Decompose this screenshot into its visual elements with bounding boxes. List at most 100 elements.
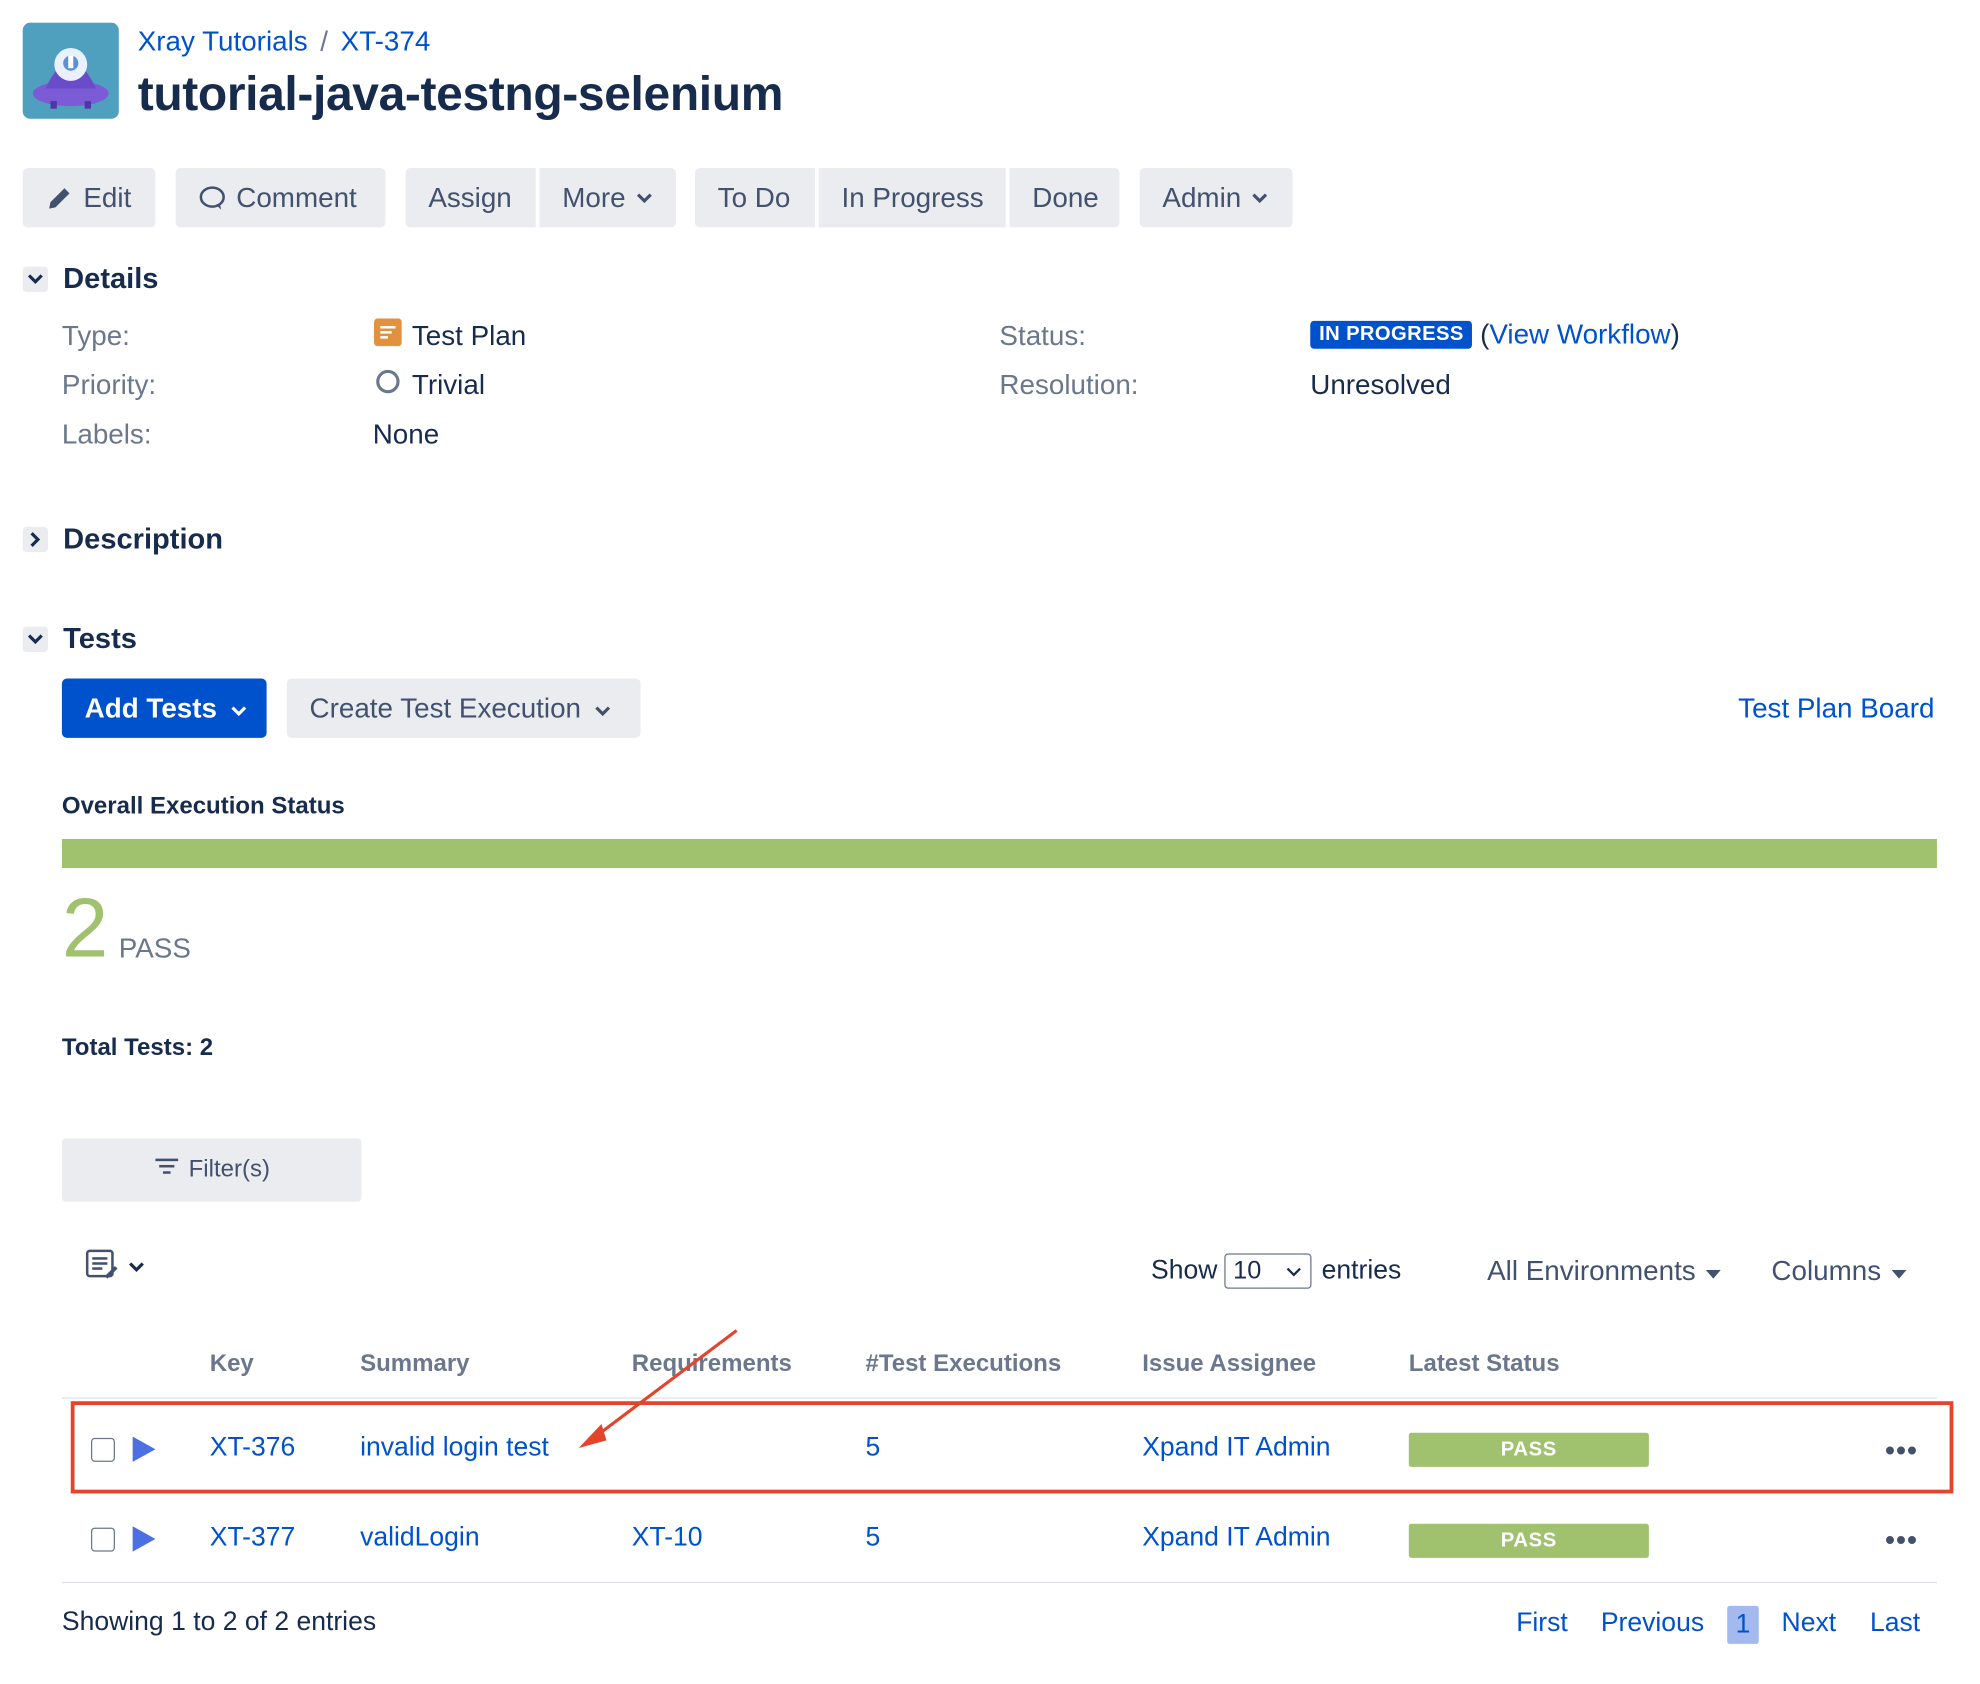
chevron-down-icon	[636, 191, 654, 204]
filters-label: Filter(s)	[188, 1156, 270, 1183]
add-tests-label: Add Tests	[84, 691, 217, 724]
pencil-icon	[45, 184, 73, 212]
labels-label: Labels:	[61, 418, 152, 450]
status-badge: IN PROGRESS	[1310, 320, 1473, 349]
annotation-arrow	[578, 1329, 738, 1448]
columns-label: Columns	[1771, 1254, 1882, 1287]
page-size-value: 10	[1233, 1256, 1262, 1285]
pager-next[interactable]: Next	[1782, 1608, 1837, 1638]
chevron-down-icon	[22, 265, 49, 292]
more-label: More	[562, 181, 626, 213]
row-divider	[61, 1581, 1937, 1584]
total-tests: Total Tests: 2	[61, 1034, 214, 1062]
row-executions-link[interactable]: 5	[865, 1523, 880, 1553]
assign-button[interactable]: Assign	[405, 168, 536, 228]
entries-label: entries	[1321, 1255, 1402, 1285]
test-plan-board-link[interactable]: Test Plan Board	[1738, 692, 1934, 725]
admin-button[interactable]: Admin	[1139, 168, 1293, 228]
row-key-link[interactable]: XT-377	[210, 1523, 296, 1553]
chevron-down-icon	[230, 692, 248, 725]
trivial-priority-icon	[374, 368, 402, 403]
chevron-down-icon	[1251, 191, 1269, 204]
pager-last[interactable]: Last	[1870, 1608, 1920, 1638]
chevron-right-icon	[22, 526, 49, 552]
environments-label: All Environments	[1487, 1254, 1696, 1287]
workflow-paren-open: (	[1480, 318, 1490, 350]
overall-status-heading: Overall Execution Status	[61, 793, 345, 821]
column-header-summary[interactable]: Summary	[360, 1351, 469, 1379]
resolution-value: Unresolved	[1310, 368, 1451, 401]
description-section-toggle[interactable]: Description	[22, 522, 223, 556]
column-header-key[interactable]: Key	[210, 1351, 254, 1379]
pager-current-page[interactable]: 1	[1727, 1605, 1759, 1644]
row-summary-link[interactable]: validLogin	[360, 1523, 479, 1553]
bulk-actions-menu[interactable]	[85, 1248, 146, 1287]
show-label: Show	[1151, 1255, 1218, 1285]
showing-entries: Showing 1 to 2 of 2 entries	[61, 1607, 377, 1637]
in-progress-button[interactable]: In Progress	[818, 168, 1006, 228]
add-tests-button[interactable]: Add Tests	[61, 678, 267, 738]
todo-button[interactable]: To Do	[694, 168, 815, 228]
tests-section-toggle[interactable]: Tests	[22, 621, 137, 656]
table-row	[62, 1495, 1937, 1583]
breadcrumb-project-link[interactable]: Xray Tutorials	[138, 25, 308, 58]
create-test-execution-button[interactable]: Create Test Execution	[286, 678, 641, 738]
more-button[interactable]: More	[539, 168, 676, 228]
breadcrumb: Xray Tutorials / XT-374	[138, 25, 431, 58]
highlight-box	[70, 1401, 1954, 1494]
xray-logo-icon[interactable]	[22, 22, 119, 119]
filters-button[interactable]: Filter(s)	[61, 1138, 362, 1202]
type-label: Type:	[61, 319, 130, 352]
filter-icon	[153, 1155, 181, 1185]
tests-heading: Tests	[63, 621, 137, 655]
workflow-paren-close: )	[1670, 318, 1680, 350]
pager-previous[interactable]: Previous	[1601, 1608, 1704, 1638]
column-header-executions[interactable]: #Test Executions	[865, 1351, 1061, 1379]
breadcrumb-separator: /	[320, 25, 329, 57]
in-progress-label: In Progress	[841, 181, 984, 213]
row-divider	[61, 1397, 1937, 1399]
page-size-select[interactable]: 10	[1224, 1253, 1312, 1289]
done-button[interactable]: Done	[1009, 168, 1120, 228]
pager-first[interactable]: First	[1516, 1608, 1568, 1638]
create-execution-label: Create Test Execution	[309, 691, 581, 724]
environments-dropdown[interactable]: All Environments	[1487, 1255, 1721, 1288]
edit-button[interactable]: Edit	[22, 168, 156, 228]
pass-count: 2	[61, 880, 109, 975]
chevron-down-icon	[594, 692, 612, 725]
details-section-toggle[interactable]: Details	[22, 261, 159, 296]
status-badge: PASS	[1408, 1523, 1649, 1558]
test-plan-icon	[373, 318, 402, 353]
priority-value: Trivial	[374, 368, 485, 403]
details-heading: Details	[63, 261, 159, 295]
chevron-down-icon	[22, 626, 49, 652]
status-label: Status:	[999, 319, 1086, 352]
todo-label: To Do	[717, 181, 791, 213]
page-title: tutorial-java-testng-selenium	[137, 68, 784, 122]
breadcrumb-issue-link[interactable]: XT-374	[341, 25, 431, 58]
done-label: Done	[1032, 181, 1099, 213]
edit-label: Edit	[83, 181, 132, 213]
column-header-status[interactable]: Latest Status	[1409, 1351, 1560, 1379]
column-header-assignee[interactable]: Issue Assignee	[1142, 1351, 1316, 1379]
priority-value-text: Trivial	[411, 368, 486, 401]
caret-down-icon	[1705, 1255, 1721, 1288]
admin-label: Admin	[1162, 181, 1242, 213]
test-run-icon[interactable]	[131, 1525, 156, 1559]
comment-icon	[198, 184, 226, 212]
view-workflow-link[interactable]: View Workflow	[1489, 318, 1670, 350]
status-value: IN PROGRESS (View Workflow)	[1310, 318, 1680, 351]
row-assignee-link[interactable]: Xpand IT Admin	[1142, 1523, 1330, 1553]
list-edit-icon	[85, 1248, 120, 1287]
row-requirements-link[interactable]: XT-10	[632, 1523, 703, 1553]
resolution-label: Resolution:	[999, 368, 1139, 401]
row-checkbox[interactable]	[90, 1527, 115, 1552]
comment-button[interactable]: Comment	[175, 168, 386, 228]
type-value: Test Plan	[373, 318, 526, 353]
labels-value: None	[372, 418, 440, 450]
row-actions-menu[interactable]: •••	[1885, 1524, 1918, 1557]
priority-label: Priority:	[61, 368, 157, 401]
assign-label: Assign	[428, 181, 512, 213]
execution-progress-bar	[61, 838, 1937, 869]
columns-dropdown[interactable]: Columns	[1771, 1254, 1907, 1288]
